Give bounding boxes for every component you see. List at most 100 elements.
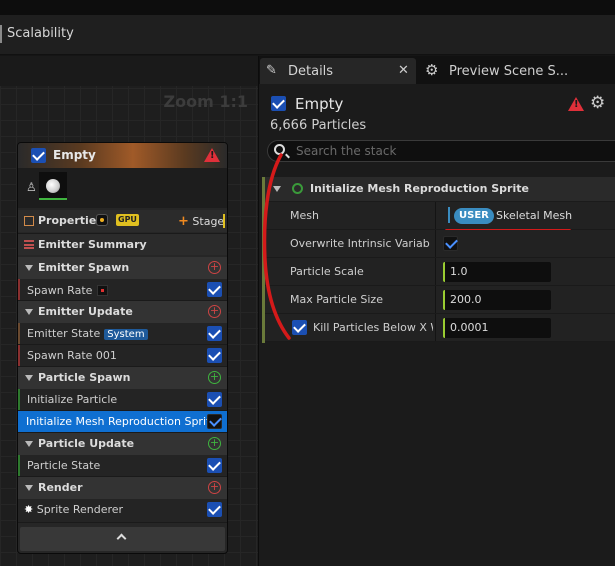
section-emitter-spawn[interactable]: Emitter Spawn + [18,257,227,279]
module-initialize-particle[interactable]: Initialize Particle [18,389,227,411]
section-label: Emitter Update [38,305,133,318]
user-badge[interactable]: USER [454,208,494,224]
section-emitter-update[interactable]: Emitter Update + [18,301,227,323]
dot-icon[interactable] [96,214,108,226]
field-value: 200.0 [450,293,482,306]
collapse-arrow-icon[interactable] [25,265,33,271]
tab-label: Preview Scene S... [449,64,569,79]
module-label: Spawn Rate [27,284,93,297]
module-spawn-rate-001[interactable]: Spawn Rate 001 [18,345,227,367]
max-particle-size-input[interactable]: 200.0 [443,290,551,310]
warning-icon[interactable] [204,148,220,162]
module-enable-checkbox[interactable] [207,282,222,297]
graph-header [0,56,258,86]
module-details-group: Initialize Mesh Reproduction Sprite Mesh… [262,177,615,343]
module-enable-checkbox[interactable] [207,414,222,429]
collapse-node-button[interactable] [20,527,225,551]
property-label: Mesh [290,209,319,222]
properties-row[interactable]: Properties GPU + Stage [18,210,227,232]
module-accent [18,279,20,300]
tab-label: Details [288,64,334,79]
module-accent [18,345,20,366]
plus-icon: + [178,214,189,229]
gpu-icon: GPU [116,214,139,226]
emitter-enable-checkbox[interactable] [31,148,46,163]
add-module-icon[interactable]: + [208,305,221,318]
section-particle-update[interactable]: Particle Update + [18,433,227,455]
column-divider [435,202,436,229]
group-header[interactable]: Initialize Mesh Reproduction Sprite [265,177,615,201]
mesh-value[interactable]: Skeletal Mesh [496,209,572,222]
details-panel: ✎ Details ✕ ⚙ Preview Scene S... Empty ⚙… [258,56,615,566]
sprite-icon: ✸ [24,503,34,516]
add-module-icon[interactable]: + [208,371,221,384]
module-enable-checkbox[interactable] [207,502,222,517]
kill-particles-input[interactable]: 0.0001 [443,318,551,338]
zoom-label: Zoom 1:1 [163,92,249,111]
pencil-icon: ✎ [266,63,277,78]
search-box[interactable] [267,140,615,162]
collapse-arrow-icon[interactable] [25,485,33,491]
gear-icon[interactable]: ⚙ [590,93,605,113]
annotation-scribble [262,153,291,340]
collapse-arrow-icon[interactable] [25,441,33,447]
section-render[interactable]: Render + [18,477,227,499]
add-module-icon[interactable]: + [208,261,221,274]
properties-label: Properties [38,214,103,227]
add-module-icon[interactable]: + [208,437,221,450]
column-divider [435,230,436,257]
module-emitter-state[interactable]: Emitter State System [18,323,227,345]
emitter-node[interactable]: Empty ♙ Properties GPU + Stage Emitter S… [17,142,228,554]
property-row-kill-particles: Kill Particles Below X W 0.0001 [265,314,615,342]
module-initialize-mesh-reproduction-sprite[interactable]: Initialize Mesh Reproduction Sprite [18,411,227,433]
emitter-summary-label: Emitter Summary [38,238,147,251]
module-label: Initialize Mesh Reproduction Sprite [26,415,218,428]
scalability-button[interactable]: Scalability [7,26,74,41]
column-divider [435,314,436,341]
title-bar [0,0,615,15]
property-label: Overwrite Intrinsic Variables [290,237,430,250]
module-label: Spawn Rate 001 [27,349,117,362]
particle-scale-input[interactable]: 1.0 [443,262,551,282]
property-row-particle-scale: Particle Scale 1.0 [265,258,615,286]
toolbar: Scalability [0,15,615,55]
field-value: 0.0001 [450,321,489,334]
module-enable-checkbox[interactable] [207,348,222,363]
red-dot-icon [97,285,109,296]
toolbar-separator [0,25,2,43]
property-label: Max Particle Size [290,293,383,306]
person-icon[interactable]: ♙ [26,180,37,194]
property-row-max-particle-size: Max Particle Size 200.0 [265,286,615,314]
module-enable-checkbox[interactable] [207,326,222,341]
overwrite-checkbox[interactable] [443,236,458,251]
mesh-type-bar [448,207,450,223]
module-spawn-rate[interactable]: Spawn Rate [18,279,227,301]
module-enable-checkbox[interactable] [207,392,222,407]
warning-icon[interactable] [568,97,584,111]
emitter-node-title: Empty [53,148,96,162]
module-label: Initialize Particle [27,393,118,406]
section-particle-spawn[interactable]: Particle Spawn + [18,367,227,389]
chevron-up-icon [116,533,127,544]
emitter-summary-row[interactable]: Emitter Summary [18,233,227,255]
module-label: Particle State [27,459,101,472]
emitter-node-header[interactable]: Empty [18,143,227,168]
sphere-icon [46,179,60,193]
section-label: Emitter Spawn [38,261,130,274]
module-particle-state[interactable]: Particle State [18,455,227,477]
particle-count: 6,666 Particles [270,118,367,133]
emitter-enable-checkbox[interactable] [271,96,286,111]
module-sprite-renderer[interactable]: ✸ Sprite Renderer [18,499,227,523]
search-input[interactable] [296,143,596,159]
add-stage-button[interactable]: + Stage [178,214,224,229]
add-module-icon[interactable]: + [208,481,221,494]
emitter-thumbnail[interactable] [39,172,67,200]
field-value: 1.0 [450,265,468,278]
collapse-arrow-icon[interactable] [25,309,33,315]
tab-details[interactable]: ✎ Details ✕ [260,58,416,84]
collapse-arrow-icon[interactable] [25,375,33,381]
stage-label: Stage [192,215,225,228]
system-badge: System [104,329,148,340]
module-enable-checkbox[interactable] [207,458,222,473]
close-icon[interactable]: ✕ [398,63,409,78]
